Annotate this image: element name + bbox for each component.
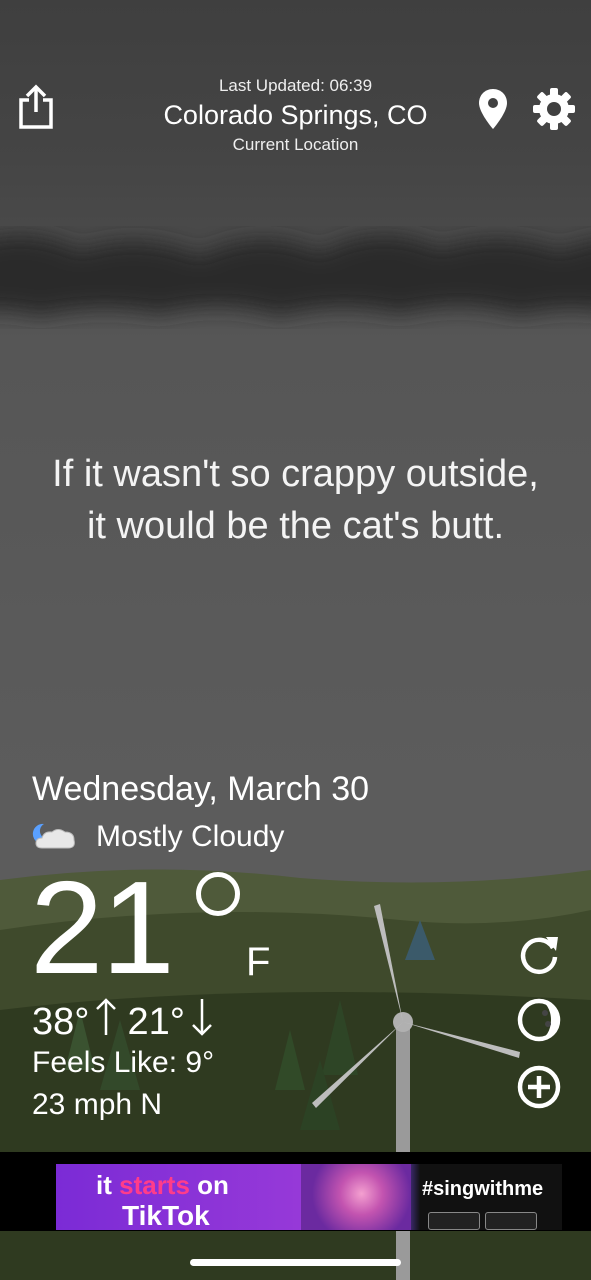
weather-quote: If it wasn't so crappy outside, it would… <box>52 453 539 547</box>
wind-speed: 23 mph N <box>32 1088 163 1121</box>
plus-circle-icon[interactable] <box>516 1064 562 1110</box>
low-temp: 21° <box>127 1000 185 1043</box>
app-store-badge <box>428 1212 480 1230</box>
high-temp: 38° <box>32 1000 90 1043</box>
ad-banner[interactable]: it starts on TikTok #singwithme <box>56 1164 562 1230</box>
location-pin-icon[interactable] <box>478 88 508 135</box>
radar-icon[interactable] <box>516 997 562 1043</box>
ad-headline: it starts on <box>96 1170 229 1200</box>
temperature-unit: F <box>246 940 271 984</box>
arrow-down-icon <box>191 998 213 1046</box>
condition-row: Mostly Cloudy <box>32 820 284 854</box>
feels-like: Feels Like: 9° <box>32 1046 215 1079</box>
location-label: Current Location <box>232 135 359 154</box>
moon-cloud-icon <box>32 823 75 849</box>
condition-text: Mostly Cloudy <box>96 820 285 853</box>
home-indicator[interactable] <box>190 1259 401 1266</box>
high-low-row: 38° 21° <box>32 998 223 1046</box>
ad-brand: TikTok <box>122 1200 210 1230</box>
degree-symbol <box>196 872 240 916</box>
arrow-up-icon <box>95 998 117 1046</box>
storm-clouds <box>0 235 591 316</box>
store-badges <box>428 1212 537 1230</box>
google-play-badge <box>485 1212 537 1230</box>
current-temperature: 21 <box>30 854 175 1001</box>
ad-hashtag: #singwithme <box>422 1178 544 1200</box>
ad-image <box>301 1164 411 1230</box>
refresh-icon[interactable] <box>516 931 562 977</box>
forecast-date: Wednesday, March 30 <box>32 770 370 808</box>
gear-icon[interactable] <box>532 87 576 136</box>
